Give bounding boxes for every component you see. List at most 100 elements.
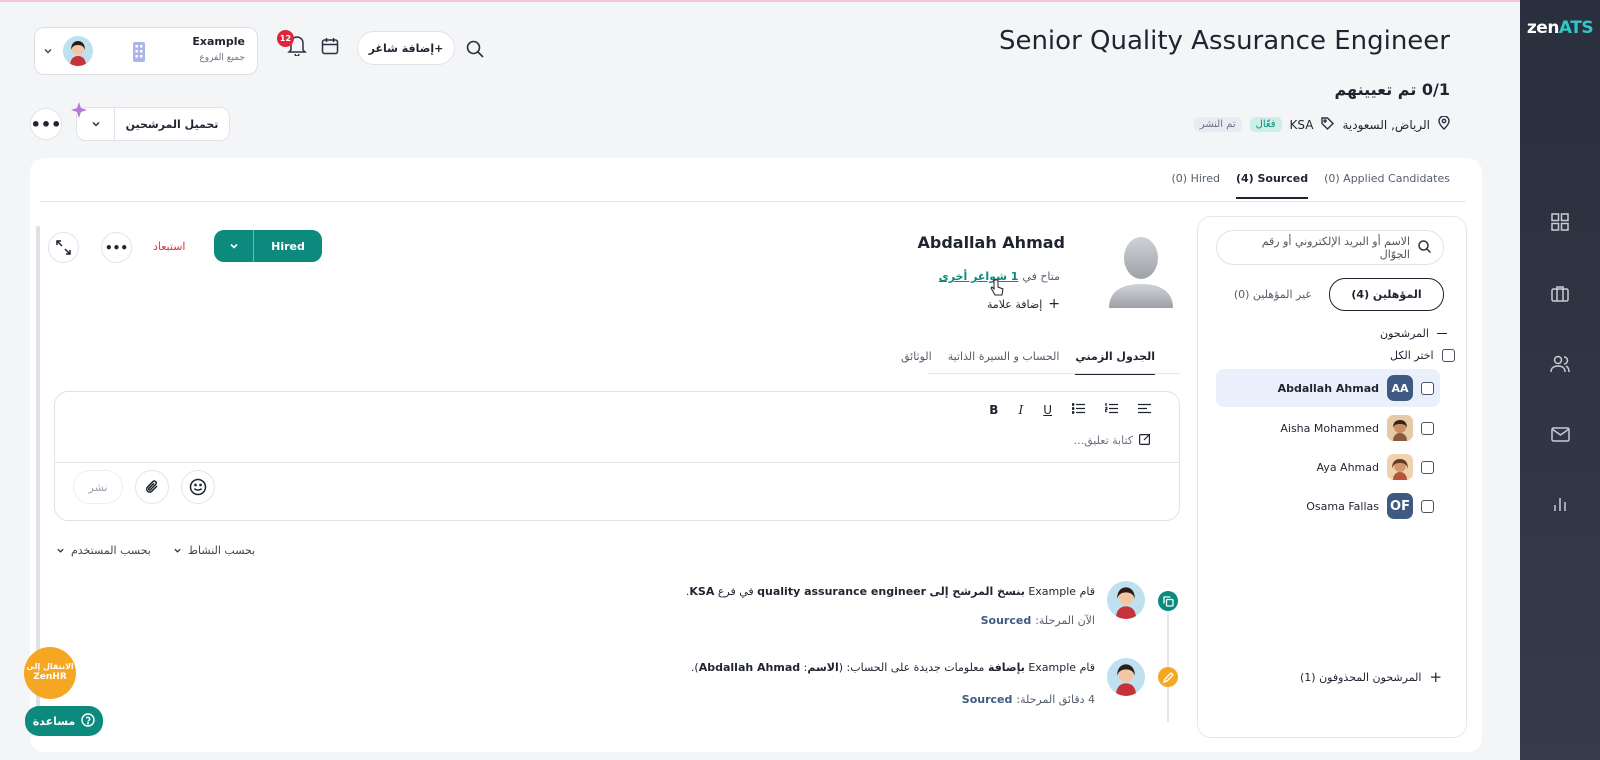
question-icon bbox=[81, 712, 95, 730]
other-vacancies-link[interactable]: 1 شواغر أخرى bbox=[939, 270, 1019, 283]
candidate-row[interactable]: Abdallah Ahmad AA bbox=[1216, 369, 1440, 407]
comment-editor[interactable]: B I U كتابة تعليق... نشر bbox=[54, 391, 1180, 521]
search-icon[interactable] bbox=[466, 40, 484, 61]
candidate-name: Osama Fallas bbox=[1306, 499, 1379, 513]
tab-sourced[interactable]: (4) Sourced bbox=[1235, 172, 1309, 199]
exclude-button[interactable]: استبعاد bbox=[153, 240, 185, 253]
add-vacancy-button[interactable]: إضافة شاغر+ bbox=[357, 31, 455, 65]
deleted-candidates[interactable]: + المرشحون المحذوفون (1) bbox=[1300, 668, 1442, 686]
assigned-count: 0/1 تم تعيينهم bbox=[1334, 80, 1450, 99]
underline-icon[interactable]: U bbox=[1043, 403, 1052, 417]
filter-by-activity-label: بحسب النشاط bbox=[187, 544, 256, 557]
tab-documents[interactable]: الوثائق bbox=[901, 350, 932, 375]
candidate-row[interactable]: Aisha Mohammed bbox=[1216, 409, 1440, 447]
more-options-button[interactable]: ••• bbox=[30, 108, 62, 140]
event-text: في فرع bbox=[714, 585, 758, 598]
tab-applied[interactable]: (0) Applied Candidates bbox=[1324, 172, 1450, 199]
filter-by-activity[interactable]: بحسب النشاط bbox=[173, 544, 255, 557]
candidate-name: Abdallah Ahmad bbox=[1277, 381, 1379, 395]
candidate-avatar bbox=[1387, 415, 1413, 441]
event-field: الاسم bbox=[807, 661, 839, 674]
briefcase-icon[interactable] bbox=[1546, 280, 1574, 308]
qualified-tab[interactable]: المؤهلين (4) bbox=[1329, 278, 1444, 311]
plus-icon: + bbox=[1048, 296, 1060, 312]
expand-icon[interactable] bbox=[48, 232, 79, 263]
add-tag-button[interactable]: + إضافة علامة bbox=[987, 296, 1060, 312]
availability-prefix: متاح في bbox=[1022, 270, 1060, 283]
hired-stage-button[interactable]: Hired bbox=[214, 230, 322, 262]
candidate-checkbox[interactable] bbox=[1421, 499, 1434, 513]
candidate-avatar: OF bbox=[1387, 493, 1413, 519]
dashboard-icon[interactable] bbox=[1546, 208, 1574, 236]
formatting-toolbar: B I U bbox=[989, 403, 1151, 417]
profile-tabs: الجدول الزمني الحساب و السيرة الذاتية ال… bbox=[901, 350, 1155, 375]
timeline-filters: بحسب المستخدم بحسب النشاط bbox=[56, 544, 255, 557]
job-title: Senior Quality Assurance Engineer bbox=[998, 26, 1450, 56]
branch-selector[interactable]: Example جميع الفروع bbox=[34, 27, 258, 75]
candidates-header-label: المرشحون bbox=[1380, 327, 1429, 340]
branch-label: جميع الفروع bbox=[199, 53, 245, 63]
candidate-row[interactable]: Osama Fallas OF bbox=[1216, 487, 1440, 525]
notification-badge: 12 bbox=[277, 30, 294, 47]
users-icon[interactable] bbox=[1546, 350, 1574, 378]
candidate-name: Aisha Mohammed bbox=[1280, 421, 1379, 435]
event-text: معلومات جديدة على الحساب: ( bbox=[838, 661, 988, 674]
stage-tabs: (0) Hired (4) Sourced (0) Applied Candid… bbox=[1172, 172, 1450, 199]
event-action: بنسخ المرشح إلى bbox=[929, 585, 1025, 598]
help-button[interactable]: مساعدة bbox=[25, 706, 103, 736]
candidate-checkbox[interactable] bbox=[1421, 460, 1434, 474]
candidate-search-input[interactable]: الاسم أو البريد الإلكتروني أو رقم الجوّا… bbox=[1216, 230, 1444, 265]
mail-icon[interactable] bbox=[1546, 420, 1574, 448]
event-branch: KSA bbox=[689, 585, 715, 598]
candidates-group-header[interactable]: المرشحون bbox=[1380, 327, 1447, 340]
emoji-icon[interactable] bbox=[181, 470, 215, 504]
select-all[interactable]: اختر الكل bbox=[1390, 349, 1455, 362]
plus-icon: + bbox=[1429, 668, 1443, 686]
calendar-icon[interactable] bbox=[321, 37, 339, 58]
search-icon bbox=[1418, 239, 1432, 256]
event-stage: Sourced bbox=[961, 693, 1013, 706]
notifications-button[interactable]: 12 bbox=[277, 30, 307, 59]
bullet-list-icon[interactable] bbox=[1071, 403, 1085, 417]
filter-by-user[interactable]: بحسب المستخدم bbox=[56, 544, 151, 557]
tab-account-cv[interactable]: الحساب و السيرة الذاتية bbox=[948, 350, 1060, 375]
candidate-name: Aya Ahmad bbox=[1316, 460, 1379, 474]
top-accent-line bbox=[0, 0, 1520, 2]
comment-input[interactable]: كتابة تعليق... bbox=[1074, 433, 1151, 448]
tab-hired[interactable]: (0) Hired bbox=[1172, 172, 1220, 199]
chevron-down-icon[interactable] bbox=[214, 230, 254, 262]
add-tag-label: إضافة علامة bbox=[986, 297, 1043, 311]
tabs-underline bbox=[928, 373, 1180, 374]
event-text: ). bbox=[690, 661, 699, 674]
copy-icon bbox=[1158, 591, 1178, 611]
search-placeholder: الاسم أو البريد الإلكتروني أو رقم الجوّا… bbox=[1261, 234, 1410, 261]
building-icon bbox=[127, 40, 151, 67]
profile-more-button[interactable]: ••• bbox=[101, 232, 132, 263]
load-candidates-button[interactable]: تحميل المرشحين bbox=[76, 107, 230, 141]
event-time-stage: الآن المرحلة: bbox=[1035, 614, 1095, 627]
zenhr-switch-label: الانتقال إلى bbox=[26, 661, 74, 671]
bold-icon[interactable]: B bbox=[989, 403, 998, 417]
deleted-candidates-label: المرشحون المحذوفون (1) bbox=[1300, 670, 1422, 684]
collapse-icon bbox=[1436, 332, 1447, 335]
publish-button[interactable]: نشر bbox=[73, 470, 123, 504]
unqualified-tab[interactable]: غير المؤهلين (0) bbox=[1216, 278, 1329, 311]
reports-icon[interactable] bbox=[1546, 490, 1574, 518]
candidate-checkbox[interactable] bbox=[1421, 421, 1434, 435]
attachment-icon[interactable] bbox=[135, 470, 169, 504]
italic-icon[interactable]: I bbox=[1018, 403, 1023, 417]
job-location: الرياض, السعودية bbox=[1342, 117, 1430, 132]
event-value: Abdallah Ahmad bbox=[698, 661, 801, 674]
company-name: Example bbox=[192, 35, 245, 48]
tag-icon bbox=[1321, 116, 1335, 133]
zenhr-switch-button[interactable]: الانتقال إلى ZenHR bbox=[24, 647, 76, 699]
actor-avatar bbox=[1107, 581, 1145, 619]
align-icon[interactable] bbox=[1138, 403, 1151, 417]
tab-timeline[interactable]: الجدول الزمني bbox=[1075, 350, 1155, 375]
app-logo[interactable]: zenATS bbox=[1520, 18, 1600, 38]
numbered-list-icon[interactable] bbox=[1104, 403, 1118, 417]
candidate-row[interactable]: Aya Ahmad bbox=[1216, 448, 1440, 486]
candidate-checkbox[interactable] bbox=[1421, 381, 1434, 395]
actor-avatar bbox=[1107, 658, 1145, 696]
select-all-checkbox[interactable] bbox=[1441, 349, 1455, 362]
